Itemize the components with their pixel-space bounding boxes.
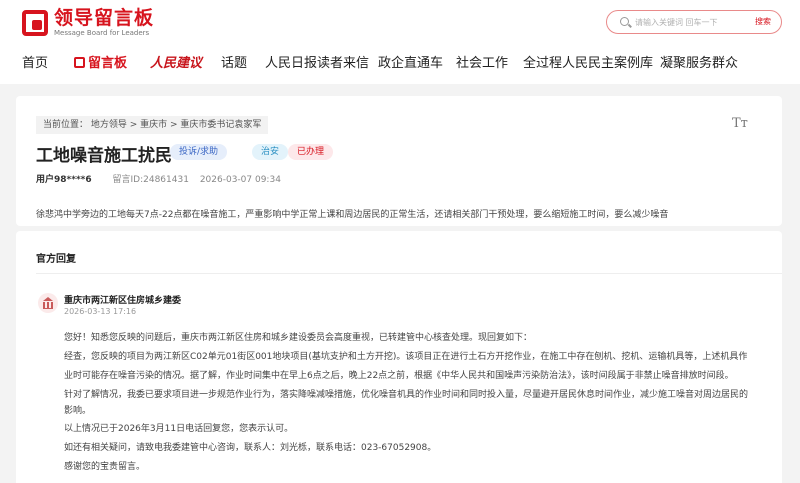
reply-section-title: 官方回复 [36, 254, 76, 265]
reply-time: 2026-03-13 17:16 [64, 307, 137, 316]
reply-paragraph: 以上情况已于2026年3月11日电话回复您，您表示认可。 [64, 424, 294, 434]
official-reply-card: 官方回复 重庆市两江新区住房城乡建委 2026-03-13 17:16 您好！知… [16, 231, 782, 483]
search-input[interactable] [635, 14, 745, 30]
nav-item-message-board[interactable]: 留言板 [74, 52, 127, 71]
message-board-icon [74, 57, 85, 68]
nav-item-serve-masses[interactable]: 凝聚服务群众 [660, 52, 738, 71]
search-icon [620, 17, 629, 26]
reply-paragraph: 影响。 [64, 406, 92, 416]
site-logo[interactable]: 领导留言板 Message Board for Leaders [22, 8, 154, 38]
message-date: 2026-03-07 09:34 [199, 175, 281, 185]
nav-item-people-suggestions[interactable]: 人民建议 [150, 52, 202, 71]
site-header: 领导留言板 Message Board for Leaders 搜索 首页 留言… [0, 0, 800, 84]
category-badge: 治安 [252, 144, 289, 160]
logo-subtitle: Message Board for Leaders [54, 29, 150, 37]
main-nav: 首页 留言板 人民建议 话题 人民日报读者来信 政企直通车 社会工作 全过程人民… [0, 44, 800, 78]
government-building-icon [38, 293, 58, 313]
search-button[interactable]: 搜索 [755, 16, 771, 27]
message-board-logo-icon [22, 10, 48, 36]
type-badge: 投诉/求助 [170, 144, 228, 160]
username: 用户98****6 [36, 175, 92, 185]
nav-item-readers-letters[interactable]: 人民日报读者来信 [265, 52, 369, 71]
message-content: 徐悲鸿中学旁边的工地每天7点-22点都在噪音施工，严重影响中学正常上课和周边居民… [36, 210, 669, 220]
breadcrumb[interactable]: 当前位置： 地方领导 > 重庆市 > 重庆市委书记袁家军 [36, 116, 269, 134]
page-title: 工地噪音施工扰民 [36, 146, 172, 166]
logo-text: 领导留言板 Message Board for Leaders [54, 8, 154, 38]
message-meta: 用户98****6 留言ID:24861431 2026-03-07 09:34 [36, 172, 281, 185]
message-card: 当前位置： 地方领导 > 重庆市 > 重庆市委书记袁家军 Tт 工地噪音施工扰民… [16, 96, 782, 226]
reply-paragraph: 感谢您的宝贵留言。 [64, 462, 146, 472]
search-box: 搜索 [606, 10, 782, 34]
nav-item-social-work[interactable]: 社会工作 [456, 52, 508, 71]
reply-paragraph: 经查，您反映的项目为两江新区C02单元01街区001地块项目(基坑支护和土方开挖… [64, 352, 748, 362]
nav-item-democracy-cases[interactable]: 全过程人民民主案例库 [523, 52, 653, 71]
status-badge: 已办理 [288, 144, 334, 160]
nav-item-label: 留言板 [88, 56, 128, 71]
nav-item-gov-enterprise-express[interactable]: 政企直通车 [378, 52, 443, 71]
reply-paragraph: 针对了解情况，我委已要求项目进一步规范作业行为，落实降噪减噪措施，优化噪音机具的… [64, 390, 749, 400]
divider [36, 273, 782, 274]
logo-title: 领导留言板 [54, 7, 155, 29]
nav-item-topics[interactable]: 话题 [221, 52, 247, 71]
reply-paragraph: 业时可能存在噪音污染的情况。据了解，作业时间集中在早上6点之后，晚上22点之前，… [64, 371, 734, 381]
nav-item-home[interactable]: 首页 [22, 52, 48, 71]
font-size-icon[interactable]: Tт [732, 116, 748, 131]
reply-paragraph: 如还有相关疑问，请致电我委建管中心咨询，联系人：刘光栎，联系电话：023-670… [64, 443, 437, 453]
reply-paragraph: 您好！知悉您反映的问题后，重庆市两江新区住房和城乡建设委员会高度重视，已转建管中… [64, 333, 533, 343]
message-id: 留言ID:24861431 [112, 175, 189, 185]
reply-department: 重庆市两江新区住房城乡建委 [64, 296, 182, 306]
